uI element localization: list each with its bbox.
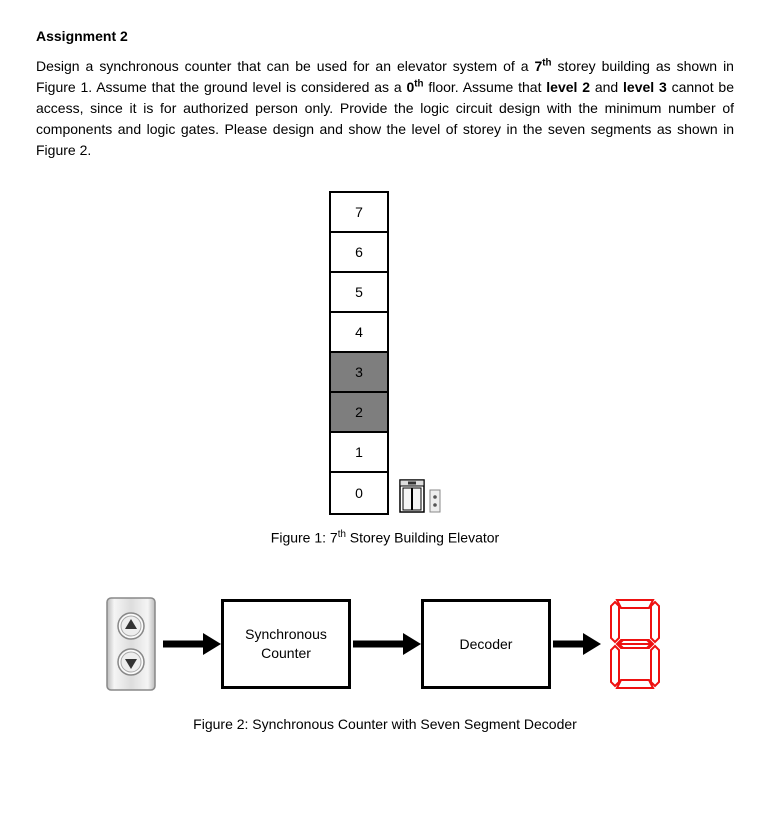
floor-cell: 1 <box>331 433 387 473</box>
floor-cell: 6 <box>331 233 387 273</box>
floor-cell: 4 <box>331 313 387 353</box>
problem-paragraph: Design a synchronous counter that can be… <box>36 56 734 161</box>
sup-th-2: th <box>414 78 423 89</box>
figure-2-content: Synchronous Counter Decoder <box>105 596 665 692</box>
bold-0: 0th <box>406 79 423 95</box>
elevator-icon <box>399 479 425 513</box>
figure-2-caption: Figure 2: Synchronous Counter with Seven… <box>193 716 577 732</box>
block-label: Decoder <box>460 635 513 653</box>
floor-cell: 3 <box>331 353 387 393</box>
caption-sup: th <box>338 529 346 540</box>
assignment-title: Assignment 2 <box>36 28 734 44</box>
bold-7: 7th <box>535 58 552 74</box>
para-text: Design a synchronous counter that can be… <box>36 58 535 74</box>
para-text: and <box>590 79 623 95</box>
decoder-block: Decoder <box>421 599 551 689</box>
figure-1-content: 76543210 <box>329 191 441 515</box>
bold-level2: level 2 <box>546 79 590 95</box>
caption-text: Figure 1: 7 <box>271 530 338 546</box>
floor-cell: 2 <box>331 393 387 433</box>
caption-text: Storey Building Elevator <box>346 530 499 546</box>
floor-cell: 0 <box>331 473 387 513</box>
arrow-icon <box>551 629 601 659</box>
para-text: floor. Assume that <box>424 79 547 95</box>
arrow-icon <box>351 629 421 659</box>
call-panel-icon <box>429 489 441 513</box>
bold-level3: level 3 <box>623 79 667 95</box>
sup-th-1: th <box>542 57 551 68</box>
arrow-icon <box>161 629 221 659</box>
building-tower: 76543210 <box>329 191 389 515</box>
figure-1: 76543210 Figure 1: 7th Storey Building E… <box>36 191 734 546</box>
figure-1-caption: Figure 1: 7th Storey Building Elevator <box>271 529 499 546</box>
seven-segment-icon <box>605 596 665 692</box>
block-label: Synchronous Counter <box>228 625 344 661</box>
figure-2: Synchronous Counter Decoder <box>36 596 734 732</box>
elevator-group <box>399 479 441 513</box>
updown-button-panel-icon <box>105 596 157 692</box>
floor-cell: 7 <box>331 193 387 233</box>
synchronous-counter-block: Synchronous Counter <box>221 599 351 689</box>
floor-cell: 5 <box>331 273 387 313</box>
